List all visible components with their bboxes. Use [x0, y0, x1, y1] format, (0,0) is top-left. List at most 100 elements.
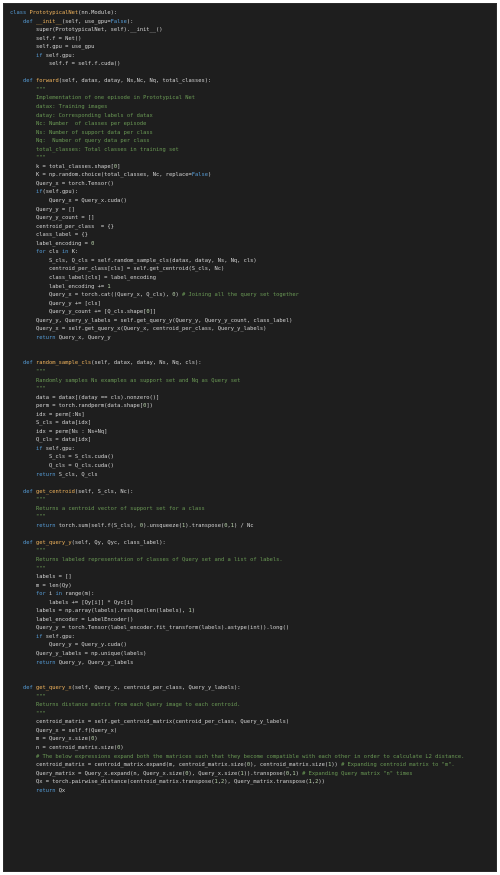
- code-line: """: [10, 154, 492, 163]
- code-token: 1: [107, 283, 111, 290]
- code-token: Query_y = torch.Tensor(label_encoder.fit…: [10, 625, 290, 632]
- code-line: # The below expressions expand both the …: [10, 753, 492, 762]
- code-token: (nn.Module):: [78, 10, 118, 16]
- code-token: Query_y_count = []: [10, 215, 95, 222]
- code-block[interactable]: class PrototypicalNet(nn.Module): def __…: [10, 9, 492, 795]
- code-line: if(self.gpu):: [10, 188, 492, 197]
- code-line: Q_cls = Q_cls.cuda(): [10, 462, 492, 471]
- code-token: forward: [35, 78, 59, 85]
- code-token: Query_x = torch.Tensor(): [10, 180, 114, 187]
- code-line: self.gpu = use_gpu: [10, 43, 492, 52]
- code-token: Query_x, Query_y: [58, 334, 111, 341]
- code-token: (self, use_gpu=: [61, 18, 111, 25]
- code-token: total_classes: Total classes in training…: [10, 146, 179, 153]
- code-line: class_label[cls] = label_encoding: [10, 274, 492, 283]
- code-token: labels = np.array(labels).reshape(len(la…: [10, 608, 189, 615]
- code-token: random_sample_cls: [35, 360, 92, 367]
- code-line: Query_y, Query_y_labels = self.get_query…: [10, 317, 492, 326]
- code-token: centroid_matrix = self.get_centroid_matr…: [10, 719, 290, 726]
- code-token: label_encoder = LabelEncoder(): [10, 616, 134, 623]
- code-line: if self.gpu:: [10, 633, 492, 642]
- code-token: Returns a centroid vector of support set…: [10, 505, 205, 512]
- code-token: Query_y += [cls]: [10, 300, 101, 307]
- code-token: label_encoding +=: [10, 283, 108, 290]
- code-token: Returns labeled representation of classe…: [10, 557, 283, 563]
- code-token: # Joining all the query set together: [182, 292, 299, 299]
- code-token: Nq: Number of query data per class: [10, 138, 150, 145]
- code-token: 0: [91, 240, 95, 247]
- code-line: def get_centroid(self, S_cls, Nc):: [10, 488, 492, 497]
- code-token: (self, datax, datay, Ns,Nc, Nq, total_cl…: [58, 78, 212, 85]
- code-line: Implementation of one episode in Prototy…: [10, 94, 492, 103]
- code-token: S_cls, Q_cls = self.random_sample_cls(da…: [10, 257, 257, 264]
- code-token: ) / Nc: [233, 522, 254, 529]
- code-line: label_encoder = LabelEncoder(): [10, 616, 492, 625]
- code-token: (self, Qy, Qyc, class_label):: [71, 539, 166, 546]
- code-token: # The below expressions expand both the …: [10, 753, 465, 760]
- code-line: total_classes: Total classes in training…: [10, 146, 492, 155]
- code-line: Query_y = torch.Tensor(label_encoder.fit…: [10, 624, 492, 633]
- code-token: Randomly samples Ns examples as support …: [10, 377, 241, 384]
- code-token: """: [10, 710, 46, 717]
- code-line: Query_matrix = Query_x.expand(n, Query_x…: [10, 770, 492, 779]
- code-token: Query_matrix = Query_x.expand(n, Query_x…: [10, 770, 186, 777]
- code-line: labels = []: [10, 573, 492, 582]
- code-token: S_cls = S_cls.cuda(): [10, 454, 114, 461]
- code-token: n = centroid_matrix.size(: [10, 745, 118, 752]
- code-token: Query_x = torch.cat((Query_x, Q_cls),: [10, 292, 173, 299]
- code-line: return torch.sum(self.f(S_cls), 0).unsqu…: [10, 522, 492, 531]
- code-token: (self, S_cls, Nc):: [74, 488, 134, 495]
- code-line: m = Query_x.size(0): [10, 735, 492, 744]
- code-line: K = np.random.choice(total_classes, Nc, …: [10, 171, 492, 180]
- code-line: label_encoding += 1: [10, 283, 492, 292]
- code-token: get_query_y: [35, 539, 72, 546]
- code-token: Returns distance matrix from each Query …: [10, 702, 241, 709]
- code-token: (self.gpu):: [42, 189, 79, 196]
- code-token: """: [10, 368, 46, 375]
- code-token: if: [35, 633, 46, 640]
- code-line: def __init__(self, use_gpu=False):: [10, 18, 492, 27]
- code-token: ]: [117, 163, 121, 170]
- code-line: return Qx: [10, 787, 492, 796]
- code-line: if self.gpu:: [10, 445, 492, 454]
- code-token: False: [191, 172, 208, 179]
- code-line: Query_x = torch.Tensor(): [10, 180, 492, 189]
- code-line: m = len(Qy): [10, 582, 492, 591]
- code-token: Query_x = self.get_query_x(Query_x, cent…: [10, 326, 267, 333]
- code-token: return: [35, 522, 59, 529]
- code-token: ): [207, 172, 212, 179]
- code-token: def: [22, 539, 36, 546]
- code-token: data = datax[(datay == cls).nonzero()]: [10, 394, 160, 401]
- code-line: Nc: Number of classes per episode: [10, 120, 492, 129]
- code-line: idx = perm[Ns : Ns+Nq]: [10, 428, 492, 437]
- code-line: Query_x = Query_x.cuda(): [10, 197, 492, 206]
- code-token: Nc: Number of classes per episode: [10, 121, 147, 128]
- code-token: """: [10, 386, 46, 393]
- code-token: m = Query_x.size(: [10, 736, 92, 743]
- code-line: def get_query_y(self, Qy, Qyc, class_lab…: [10, 539, 492, 548]
- code-editor[interactable]: class PrototypicalNet(nn.Module): def __…: [3, 3, 497, 872]
- code-token: def: [22, 18, 36, 25]
- code-token: idx = perm[:Ns]: [10, 411, 85, 418]
- code-line: k = total_classes.shape[0]: [10, 163, 492, 172]
- code-token: ): [94, 736, 98, 743]
- code-line: Query_x = self.get_query_x(Query_x, cent…: [10, 325, 492, 334]
- code-token: ): [191, 608, 195, 615]
- code-line: Qx = torch.pairwise_distance(centroid_ma…: [10, 778, 492, 787]
- code-token: K:: [71, 249, 79, 256]
- code-token: def: [22, 78, 36, 85]
- code-token: range(m):: [65, 591, 95, 598]
- code-token: ), Query_matrix.transpose(: [224, 779, 309, 786]
- code-line: def forward(self, datax, datay, Ns,Nc, N…: [10, 77, 492, 86]
- code-token: perm = torch.randperm(data.shape[: [10, 403, 144, 410]
